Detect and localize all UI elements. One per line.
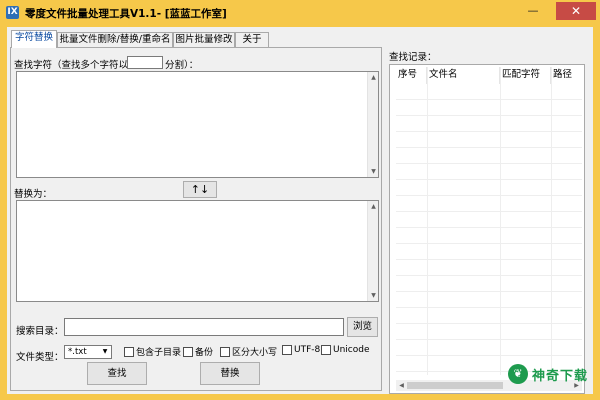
scroll-up-arrow-icon[interactable]: ▲ [368,201,379,212]
file-type-value: *.txt [68,347,87,357]
minimize-button[interactable]: — [521,2,545,20]
option-label: Unicode [333,345,370,355]
records-grid [396,84,582,375]
file-type-select[interactable]: *.txt ▼ [64,345,112,359]
find-label-prefix: 查找字符（查找多个字符以 [14,60,129,71]
find-button[interactable]: 查找 [87,362,147,385]
scroll-down-arrow-icon[interactable]: ▼ [368,166,379,177]
replace-textarea[interactable]: ▲ ▼ [16,200,379,302]
option-label: 区分大小写 [232,348,278,358]
scroll-down-arrow-icon[interactable]: ▼ [368,290,379,301]
option-label: UTF-8 [294,345,321,355]
option-include-subdirs[interactable]: 包含子目录 [124,345,181,358]
watermark: ❦ 神奇下载 [508,364,588,384]
column-header[interactable]: 路径 [551,67,582,84]
find-textarea[interactable]: ▲ ▼ [16,71,379,178]
close-button[interactable]: ✕ [556,2,596,20]
checkbox[interactable] [220,346,230,357]
checkbox[interactable] [124,346,134,357]
option-utf8[interactable]: UTF-8 [282,345,320,355]
find-label-suffix: 分割）： [165,60,199,71]
scroll-up-arrow-icon[interactable]: ▲ [368,72,379,83]
app-window: IX 零度文件批量处理工具V1.1- [蓝蓝工作室] — ✕ 字符替换 批量文件… [0,0,600,400]
browse-button[interactable]: 浏览 [347,317,378,337]
column-divider [500,67,501,375]
checkbox[interactable] [321,345,331,355]
app-icon: IX [6,6,19,19]
option-label: 包含子目录 [136,348,182,358]
option-label: 备份 [195,348,214,358]
search-dir-input[interactable] [64,318,344,336]
option-unicode[interactable]: Unicode [321,345,370,355]
replace-label: 替换为： [14,189,53,200]
option-case-sensitive[interactable]: 区分大小写 [220,345,277,358]
client-area: 字符替换 批量文件删除/替换/重命名 图片批量修改 关于 查找字符（查找多个字符… [7,27,593,394]
replace-scrollbar[interactable]: ▲ ▼ [367,201,378,301]
scroll-thumb[interactable] [407,382,503,389]
checkbox[interactable] [282,345,292,355]
find-scrollbar[interactable]: ▲ ▼ [367,72,378,177]
column-header[interactable]: 序号 [396,67,427,84]
watermark-text: 神奇下载 [532,368,589,384]
separator-input[interactable] [127,56,163,69]
records-table[interactable]: 序号 文件名 匹配字符 路径 ◀ ▶ [389,64,585,394]
leaf-logo-icon: ❦ [508,364,528,384]
tab-batch-file[interactable]: 批量文件删除/替换/重命名 [57,32,173,47]
tab-panel: 查找字符（查找多个字符以 分割）： ▲ ▼ 替换为： ↑↓ ▲ ▼ 搜索目录： … [10,47,382,391]
title-bar[interactable]: IX 零度文件批量处理工具V1.1- [蓝蓝工作室] — ✕ [0,0,600,26]
replace-button[interactable]: 替换 [200,362,260,385]
column-header[interactable]: 文件名 [427,67,500,84]
column-divider [551,67,552,375]
search-dir-label: 搜索目录： [16,326,64,337]
records-header: 序号 文件名 匹配字符 路径 [396,67,582,84]
records-label: 查找记录： [389,52,437,63]
column-divider [427,67,428,375]
file-type-label: 文件类型： [16,352,64,363]
tab-char-replace[interactable]: 字符替换 [11,30,57,48]
column-header[interactable]: 匹配字符 [500,67,551,84]
scroll-left-arrow-icon[interactable]: ◀ [396,380,407,391]
tab-image-batch[interactable]: 图片批量修改 [173,32,235,47]
chevron-down-icon[interactable]: ▼ [99,346,111,358]
tab-about[interactable]: 关于 [235,32,269,47]
checkbox[interactable] [183,346,193,357]
option-backup[interactable]: 备份 [183,345,213,358]
window-title: 零度文件批量处理工具V1.1- [蓝蓝工作室] [25,8,227,20]
swap-button[interactable]: ↑↓ [183,181,217,198]
